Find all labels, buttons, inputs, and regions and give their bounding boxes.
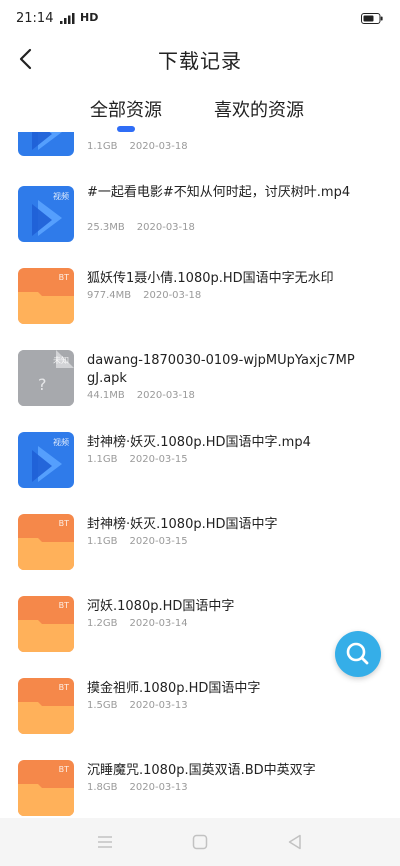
item-name: 封神榜·妖灭.1080p.HD国语中字 bbox=[87, 517, 278, 532]
bt-thumbnail: BT bbox=[18, 760, 74, 816]
item-size: 1.1GB bbox=[87, 141, 118, 152]
network-type: HD bbox=[80, 11, 99, 24]
signal-icon bbox=[60, 13, 75, 24]
item-size: 1.1GB bbox=[87, 454, 118, 465]
list-item[interactable]: 视频 #一起看电影#不知从何时起，讨厌树叶.mp4 25.3MB 2020-03-… bbox=[0, 182, 400, 264]
item-date: 2020-03-13 bbox=[129, 782, 188, 793]
item-name: 封神榜·妖灭.1080p.HD国语中字.mp4 bbox=[87, 435, 311, 450]
item-date: 2020-03-18 bbox=[129, 141, 188, 152]
item-name: 河妖.1080p.HD国语中字 bbox=[87, 599, 235, 614]
item-size: 1.1GB bbox=[87, 536, 118, 547]
bt-thumbnail: BT bbox=[18, 596, 74, 652]
thumb-badge: BT bbox=[58, 683, 69, 692]
thumb-badge: BT bbox=[58, 601, 69, 610]
tab-all-resources[interactable]: 全部资源 bbox=[90, 96, 162, 122]
item-date: 2020-03-14 bbox=[129, 618, 188, 629]
item-size: 1.8GB bbox=[87, 782, 118, 793]
home-icon[interactable] bbox=[190, 832, 210, 852]
item-meta: 1.2GB 2020-03-14 bbox=[87, 618, 188, 629]
status-bar: 21:14 HD bbox=[0, 0, 400, 36]
item-date: 2020-03-18 bbox=[136, 222, 195, 233]
item-meta: 44.1MB 2020-03-18 bbox=[87, 390, 195, 401]
item-meta: 1.5GB 2020-03-13 bbox=[87, 700, 188, 711]
list-item[interactable]: BT 摸金祖师.1080p.HD国语中字 1.5GB 2020-03-13 bbox=[0, 674, 400, 756]
play-icon bbox=[32, 132, 62, 150]
menu-icon[interactable] bbox=[95, 832, 115, 852]
bt-thumbnail: BT bbox=[18, 678, 74, 734]
header: 下载记录 bbox=[0, 36, 400, 82]
item-meta: 1.1GB 2020-03-15 bbox=[87, 454, 188, 465]
item-meta: 25.3MB 2020-03-18 bbox=[87, 222, 195, 233]
bt-thumbnail: BT bbox=[18, 514, 74, 570]
item-date: 2020-03-15 bbox=[129, 536, 188, 547]
item-name: 摸金祖师.1080p.HD国语中字 bbox=[87, 681, 261, 696]
tab-indicator bbox=[117, 126, 135, 132]
tab-bar: 全部资源 喜欢的资源 bbox=[0, 86, 400, 134]
thumb-badge: 未知 bbox=[53, 356, 69, 365]
item-name: dawang-1870030-0109-wjpMUpYaxjc7MPgJ.apk bbox=[87, 353, 355, 386]
item-name: 狐妖传1聂小倩.1080p.HD国语中字无水印 bbox=[87, 271, 334, 286]
video-thumbnail: 视频 bbox=[18, 186, 74, 242]
list-item[interactable]: BT 狐妖传1聂小倩.1080p.HD国语中字无水印 977.4MB 2020-0… bbox=[0, 264, 400, 346]
item-meta: 977.4MB 2020-03-18 bbox=[87, 290, 201, 301]
svg-text:?: ? bbox=[38, 375, 47, 394]
item-meta: 1.1GB 2020-03-15 bbox=[87, 536, 188, 547]
item-size: 1.5GB bbox=[87, 700, 118, 711]
item-size: 44.1MB bbox=[87, 390, 125, 401]
item-name: #一起看电影#不知从何时起，讨厌树叶.mp4 bbox=[87, 185, 351, 200]
video-thumbnail bbox=[18, 132, 74, 156]
video-thumbnail: 视频 bbox=[18, 432, 74, 488]
system-nav-bar bbox=[0, 818, 400, 866]
thumb-badge: BT bbox=[58, 765, 69, 774]
tab-favorite-resources[interactable]: 喜欢的资源 bbox=[214, 96, 304, 122]
bt-thumbnail: BT bbox=[18, 268, 74, 324]
list-item[interactable]: BT 封神榜·妖灭.1080p.HD国语中字 1.1GB 2020-03-15 bbox=[0, 510, 400, 592]
thumb-badge: BT bbox=[58, 273, 69, 282]
status-time: 21:14 bbox=[16, 11, 54, 26]
download-list[interactable]: 1.1GB 2020-03-18 视频 #一起看电影#不知从何时起，讨厌树叶.mp… bbox=[0, 132, 400, 818]
item-date: 2020-03-13 bbox=[129, 700, 188, 711]
list-item[interactable]: 视频 封神榜·妖灭.1080p.HD国语中字.mp4 1.1GB 2020-03-… bbox=[0, 428, 400, 510]
list-item[interactable]: 1.1GB 2020-03-18 bbox=[0, 132, 400, 168]
item-date: 2020-03-15 bbox=[129, 454, 188, 465]
item-size: 25.3MB bbox=[87, 222, 125, 233]
item-size: 977.4MB bbox=[87, 290, 132, 301]
unknown-file-thumbnail: ? 未知 bbox=[18, 350, 74, 406]
search-icon bbox=[346, 642, 369, 665]
thumb-badge: 视频 bbox=[53, 192, 69, 201]
back-icon[interactable] bbox=[285, 832, 305, 852]
battery-icon bbox=[361, 13, 383, 24]
item-meta: 1.8GB 2020-03-13 bbox=[87, 782, 188, 793]
page-title: 下载记录 bbox=[158, 49, 242, 73]
list-item[interactable]: ? 未知 dawang-1870030-0109-wjpMUpYaxjc7MPg… bbox=[0, 346, 400, 428]
thumb-badge: 视频 bbox=[53, 438, 69, 447]
item-meta: 1.1GB 2020-03-18 bbox=[87, 141, 188, 152]
item-size: 1.2GB bbox=[87, 618, 118, 629]
thumb-badge: BT bbox=[58, 519, 69, 528]
search-button[interactable] bbox=[335, 631, 381, 677]
item-date: 2020-03-18 bbox=[136, 390, 195, 401]
item-name: 沉睡魔咒.1080p.国英双语.BD中英双字 bbox=[87, 763, 316, 778]
item-date: 2020-03-18 bbox=[143, 290, 202, 301]
list-item[interactable]: BT 沉睡魔咒.1080p.国英双语.BD中英双字 1.8GB 2020-03-1… bbox=[0, 756, 400, 818]
